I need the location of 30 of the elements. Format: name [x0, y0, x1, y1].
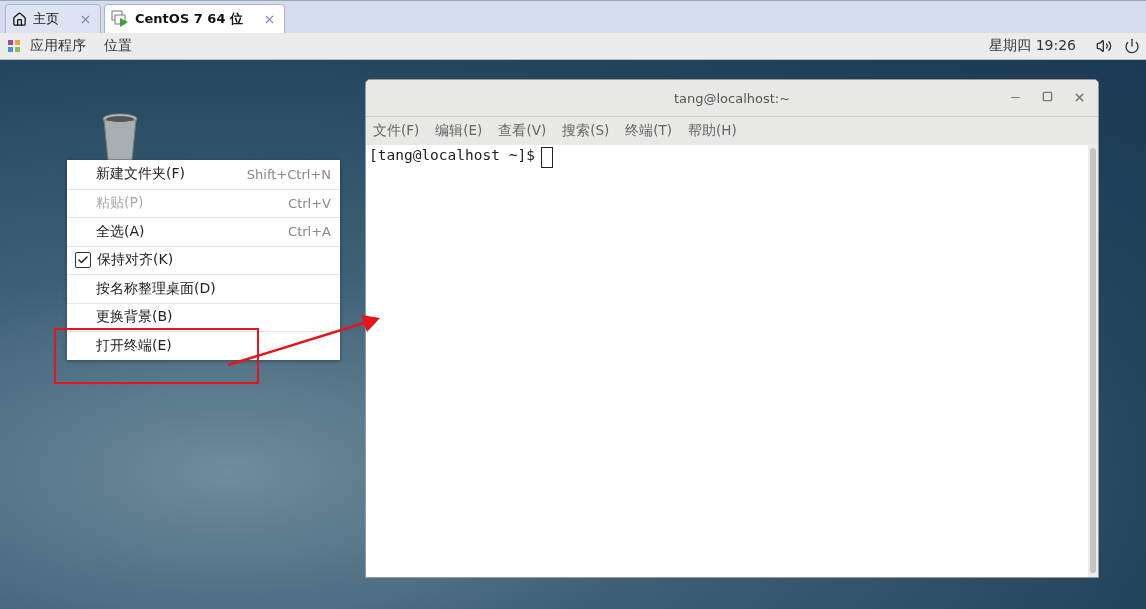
menu-bar-item[interactable]: 终端(T) [625, 122, 673, 140]
menu-item[interactable]: 新建文件夹(F) Shift+Ctrl+N [67, 160, 340, 189]
panel-menu[interactable]: 位置 [104, 37, 132, 55]
tab[interactable]: 主页 [5, 4, 101, 33]
menu-bar-item[interactable]: 帮助(H) [688, 122, 737, 140]
menu-bar-item[interactable]: 文件(F) [373, 122, 420, 140]
shell-prompt: [tang@localhost ~]$ [369, 147, 535, 163]
panel-menu[interactable]: 应用程序 [30, 37, 86, 55]
menu-item[interactable]: 全选(A) Ctrl+A [67, 217, 340, 246]
virtual-machine-icon [111, 10, 129, 28]
menu-bar-item[interactable]: 编辑(E) [435, 122, 483, 140]
applications-icon [6, 38, 22, 54]
volume-icon[interactable] [1096, 38, 1112, 54]
maximize-icon[interactable] [1042, 91, 1053, 102]
menu-bar-item[interactable]: 查看(V) [498, 122, 547, 140]
checkbox[interactable] [75, 252, 91, 269]
menu-item[interactable]: 按名称整理桌面(D) [67, 274, 340, 303]
close-icon[interactable] [1073, 91, 1086, 104]
scrollbar[interactable] [1090, 148, 1096, 573]
home-icon [12, 11, 27, 27]
tab[interactable]: CentOS 7 64 位 [104, 4, 285, 33]
window-title: tang@localhost:~ [673, 90, 791, 106]
menu-item[interactable]: 保持对齐(K) [67, 245, 340, 274]
power-icon[interactable] [1124, 38, 1140, 54]
clock[interactable]: 星期四 19:26 [989, 37, 1076, 55]
text-cursor [540, 147, 553, 168]
menu-item[interactable]: 更换背景(B) [67, 302, 340, 331]
menu-bar-item[interactable]: 搜索(S) [562, 122, 610, 140]
trash-icon[interactable] [102, 113, 138, 161]
menu-item[interactable]: 打开终端(E) [67, 331, 340, 360]
